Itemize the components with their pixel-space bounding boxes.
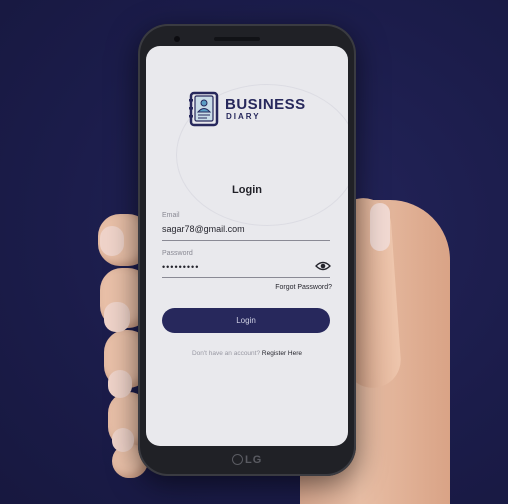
email-underline — [162, 240, 330, 241]
lg-logo-icon — [232, 454, 243, 465]
email-label: Email — [162, 212, 180, 219]
diary-book-icon — [189, 91, 219, 127]
password-label: Password — [162, 250, 193, 257]
device-brand-text: LG — [245, 454, 263, 466]
eye-icon[interactable] — [315, 260, 331, 272]
brand-sub: DIARY — [226, 112, 261, 121]
password-underline — [162, 277, 330, 278]
forgot-password-link[interactable]: Forgot Password? — [275, 284, 332, 291]
login-button[interactable]: Login — [162, 308, 330, 333]
app-logo: BUSINESS DIARY — [188, 91, 306, 127]
register-link[interactable]: Register Here — [262, 350, 302, 357]
phone-screen: BUSINESS DIARY Login Email sagar78@gmail… — [146, 46, 348, 446]
no-account-text: Don't have an account? — [191, 350, 261, 357]
speaker — [214, 37, 260, 41]
page-title: Login — [232, 184, 262, 196]
brand-name: BUSINESS — [225, 96, 306, 113]
camera — [174, 36, 180, 42]
email-field[interactable]: sagar78@gmail.com — [162, 224, 245, 234]
device-brand: LG — [232, 454, 262, 466]
register-prompt: Don't have an account? Register Here — [146, 350, 348, 357]
password-field[interactable]: ••••••••• — [162, 262, 199, 272]
